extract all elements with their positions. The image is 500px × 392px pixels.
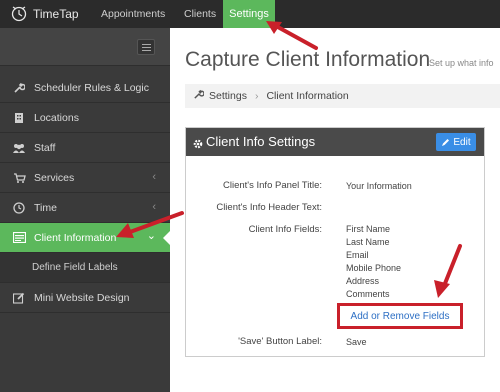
panel-title: Client Info Settings — [206, 134, 316, 149]
edit-icon — [12, 291, 26, 305]
timetap-logo[interactable]: TimeTap — [10, 3, 79, 25]
panel-header: Client Info Settings Edit — [186, 128, 484, 156]
cart-icon — [12, 171, 26, 185]
wrench-icon — [12, 81, 26, 95]
sidebar-item-locations[interactable]: Locations — [0, 103, 170, 133]
menu-line — [142, 47, 151, 48]
field-item: Email — [346, 250, 369, 260]
info-fields-list: First Name Last Name Email Mobile Phone … — [346, 223, 401, 301]
save-button-label-value: Save — [346, 337, 367, 347]
sidebar-subitem-define-field-labels[interactable]: Define Field Labels — [0, 253, 170, 283]
annotation-arrow — [434, 244, 462, 298]
add-remove-fields-link[interactable]: Add or Remove Fields — [337, 303, 463, 329]
menu-line — [142, 44, 151, 45]
pencil-icon — [442, 138, 450, 146]
sidebar-item-label: Time — [34, 201, 57, 214]
sidebar-collapse-button[interactable] — [137, 39, 155, 55]
top-nav-bar: TimeTap Appointments Clients Settings — [0, 0, 500, 28]
id-card-icon — [12, 231, 26, 245]
field-item: Mobile Phone — [346, 263, 402, 273]
field-item: First Name — [346, 224, 391, 234]
users-icon — [12, 141, 26, 155]
wrench-icon — [193, 89, 205, 103]
sidebar-item-mini-website-design[interactable]: Mini Website Design — [0, 283, 170, 313]
sidebar-item-staff[interactable]: Staff — [0, 133, 170, 163]
edit-button[interactable]: Edit — [436, 133, 476, 151]
header-text-label: Client's Info Header Text: — [216, 202, 322, 213]
sidebar-item-services[interactable]: Services ‹ — [0, 163, 170, 193]
sidebar-item-label: Locations — [34, 111, 79, 124]
sidebar-item-label: Mini Website Design — [34, 291, 130, 304]
nav-appointments[interactable]: Appointments — [101, 0, 165, 28]
sidebar-item-label: Client Information — [34, 231, 117, 244]
nav-clients[interactable]: Clients — [184, 0, 216, 28]
sidebar-header — [0, 28, 170, 66]
logo-clock-icon — [11, 6, 27, 22]
breadcrumb-settings-link[interactable]: Settings — [209, 90, 247, 102]
gear-icon — [193, 136, 203, 154]
menu-line — [142, 50, 151, 51]
edit-button-label: Edit — [453, 136, 471, 148]
breadcrumb-separator: › — [254, 90, 259, 102]
panel-title-value: Your Information — [346, 181, 412, 191]
sidebar-item-label: Staff — [34, 141, 56, 154]
panel-title-label: Client's Info Panel Title: — [223, 180, 322, 191]
clock-icon — [12, 201, 26, 215]
sidebar-item-label: Scheduler Rules & Logic — [34, 81, 149, 94]
building-icon — [12, 111, 26, 125]
chevron-left-icon: ‹ — [152, 171, 156, 183]
field-item: Address — [346, 276, 380, 286]
field-item: Last Name — [346, 237, 390, 247]
page-subtitle: Set up what info — [429, 58, 494, 68]
annotation-arrow — [116, 211, 184, 238]
annotation-arrow — [266, 21, 318, 50]
sidebar-item-label: Services — [34, 171, 75, 184]
save-button-label-label: 'Save' Button Label: — [238, 336, 322, 347]
sidebar-item-scheduler-rules[interactable]: Scheduler Rules & Logic — [0, 73, 170, 103]
breadcrumb-current: Client Information — [266, 90, 349, 102]
field-item: Comments — [346, 289, 390, 299]
info-fields-label: Client Info Fields: — [248, 224, 322, 235]
logo-text: TimeTap — [33, 7, 79, 21]
breadcrumb: Settings › Client Information — [185, 84, 500, 108]
